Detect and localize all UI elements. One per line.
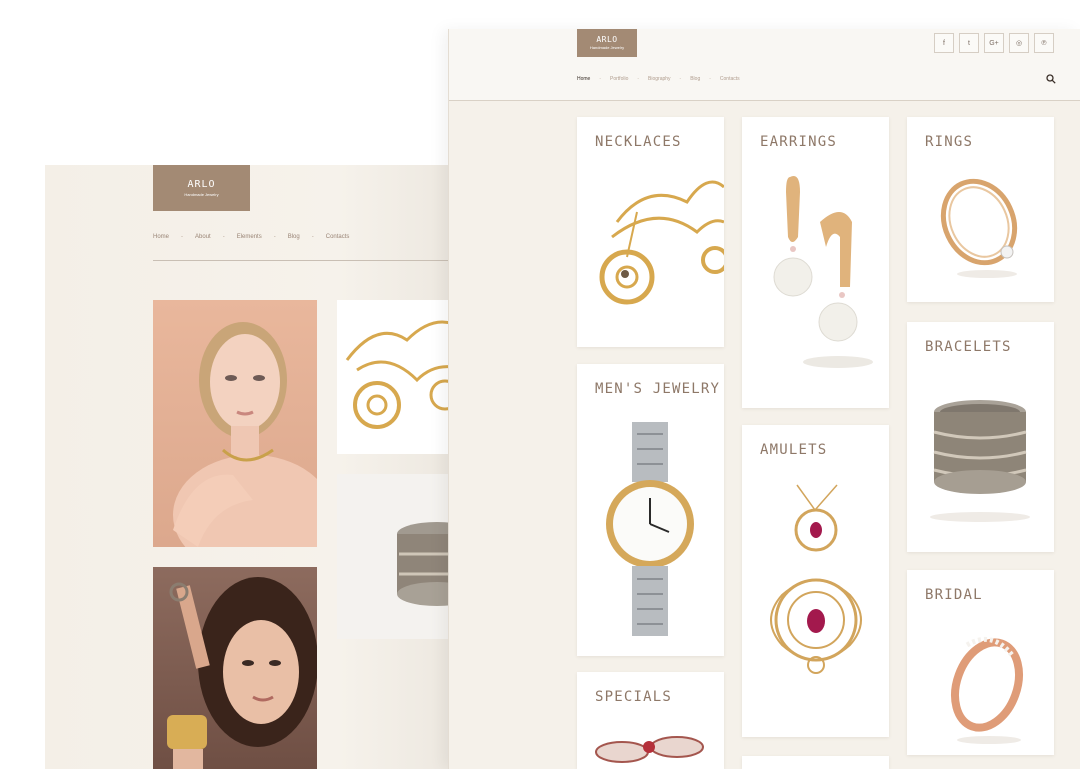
model-portrait-image[interactable] [153,300,317,547]
search-icon[interactable] [1046,74,1056,84]
instagram-icon[interactable]: ◎ [1009,33,1029,53]
card-title: BRACELETS [925,339,1012,355]
earrings-image [773,176,873,368]
back-nav-about[interactable]: About [195,234,211,240]
site-logo[interactable]: ARLO Handmade Jewelry [577,29,637,57]
bridal-ring-image [951,636,1023,744]
necklace-image [599,180,724,305]
bracelet-image [930,400,1030,522]
pinterest-icon[interactable]: ℗ [1034,33,1054,53]
nav-separator: - [637,76,640,82]
category-card-rings[interactable]: RINGS [907,117,1054,302]
card-title: RINGS [925,134,974,150]
logo-title: ARLO [596,35,618,44]
back-nav-home[interactable]: Home [153,234,169,240]
brooch-image [595,736,704,763]
social-links: f t G+ ◎ ℗ [934,33,1054,53]
card-title: NECKLACES [595,134,682,150]
back-nav-blog[interactable]: Blog [288,234,300,240]
necklace-thumb-image[interactable] [337,300,465,454]
category-card-bridal[interactable]: BRIDAL [907,570,1054,755]
category-card-earrings[interactable]: EARRINGS [742,117,889,408]
divider [153,260,465,261]
watch-image [606,422,694,636]
nav-separator: - [599,76,602,82]
back-logo[interactable]: ARLO Handmade Jewelry [153,165,250,211]
google-plus-icon[interactable]: G+ [984,33,1004,53]
card-title: AMULETS [760,442,828,458]
nav-portfolio[interactable]: Portfolio [610,76,628,82]
back-page-preview: ARLO Handmade Jewelry Home - About - Ele… [45,165,465,769]
bracelet-thumb-image[interactable] [337,474,465,639]
amulet-image [770,484,862,674]
nav-contacts[interactable]: Contacts [720,76,740,82]
nav-separator: - [273,234,276,240]
nav-blog[interactable]: Blog [690,76,700,82]
twitter-icon[interactable]: t [959,33,979,53]
front-page-preview: ARLO Handmade Jewelry Home - Portfolio -… [448,29,1080,769]
nav-separator: - [679,76,682,82]
facebook-icon[interactable]: f [934,33,954,53]
nav-separator: - [222,234,225,240]
card-title: BRIDAL [925,587,983,603]
category-card-mens-jewelry[interactable]: MEN'S JEWELRY [577,364,724,656]
card-title: SPECIALS [595,689,673,705]
category-card-bracelets[interactable]: BRACELETS [907,322,1054,552]
main-nav: Home - Portfolio - Biography - Blog - Co… [577,76,740,82]
category-card-amulets[interactable]: AMULETS [742,425,889,737]
site-header: ARLO Handmade Jewelry Home - Portfolio -… [449,29,1080,101]
nav-separator: - [709,76,711,82]
card-title: MEN'S JEWELRY [595,381,721,397]
back-nav: Home - About - Elements - Blog - Contact… [153,234,349,240]
logo-title: ARLO [187,179,216,190]
model-portrait-2-image[interactable] [153,567,317,769]
logo-subtitle: Handmade Jewelry [184,192,219,197]
nav-home[interactable]: Home [577,76,590,82]
nav-biography[interactable]: Biography [648,76,671,82]
back-nav-contacts[interactable]: Contacts [326,234,350,240]
nav-separator: - [311,234,314,240]
back-nav-elements[interactable]: Elements [237,234,262,240]
logo-subtitle: Handmade Jewelry [589,45,625,50]
category-card-necklaces[interactable]: NECKLACES [577,117,724,347]
nav-separator: - [181,234,184,240]
category-card-partial[interactable] [742,756,889,769]
category-card-specials[interactable]: SPECIALS [577,672,724,769]
ring-image [940,178,1018,278]
card-title: EARRINGS [760,134,838,150]
